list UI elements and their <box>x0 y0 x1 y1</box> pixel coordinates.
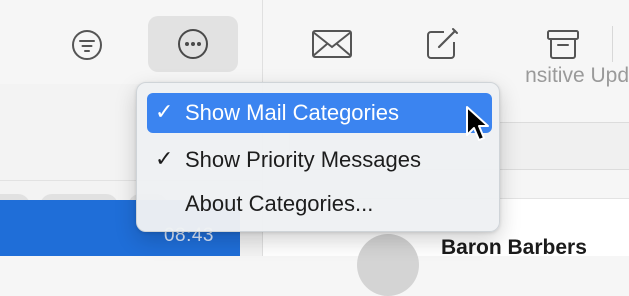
menu-item-label: Show Priority Messages <box>185 147 421 172</box>
archive-icon <box>547 30 579 59</box>
compose-button[interactable] <box>418 20 466 68</box>
filter-button[interactable] <box>64 22 110 68</box>
compose-icon <box>427 28 458 59</box>
filter-icon <box>72 30 102 60</box>
checkmark-icon: ✓ <box>155 146 174 171</box>
more-icon <box>178 29 208 59</box>
envelope-icon <box>312 30 352 58</box>
menu-item-show-mail-categories[interactable]: ✓ Show Mail Categories <box>147 93 492 133</box>
subject-text: nsitive Upd <box>525 64 629 87</box>
avatar <box>357 234 419 296</box>
menu-item-label: Show Mail Categories <box>185 100 399 125</box>
menu-item-show-priority-messages[interactable]: ✓ Show Priority Messages <box>147 140 492 180</box>
checkmark-icon: ✓ <box>155 99 174 124</box>
get-mail-button[interactable] <box>308 22 356 66</box>
archive-button[interactable] <box>540 20 586 68</box>
more-options-menu: ✓ Show Mail Categories ✓ Show Priority M… <box>136 82 500 232</box>
menu-item-about-categories[interactable]: About Categories... <box>147 184 492 224</box>
mouse-pointer-icon <box>466 106 489 141</box>
menu-item-label: About Categories... <box>185 191 374 216</box>
sender-name: Baron Barbers <box>441 236 587 259</box>
toolbar-separator <box>612 26 613 62</box>
more-button[interactable] <box>148 16 238 72</box>
